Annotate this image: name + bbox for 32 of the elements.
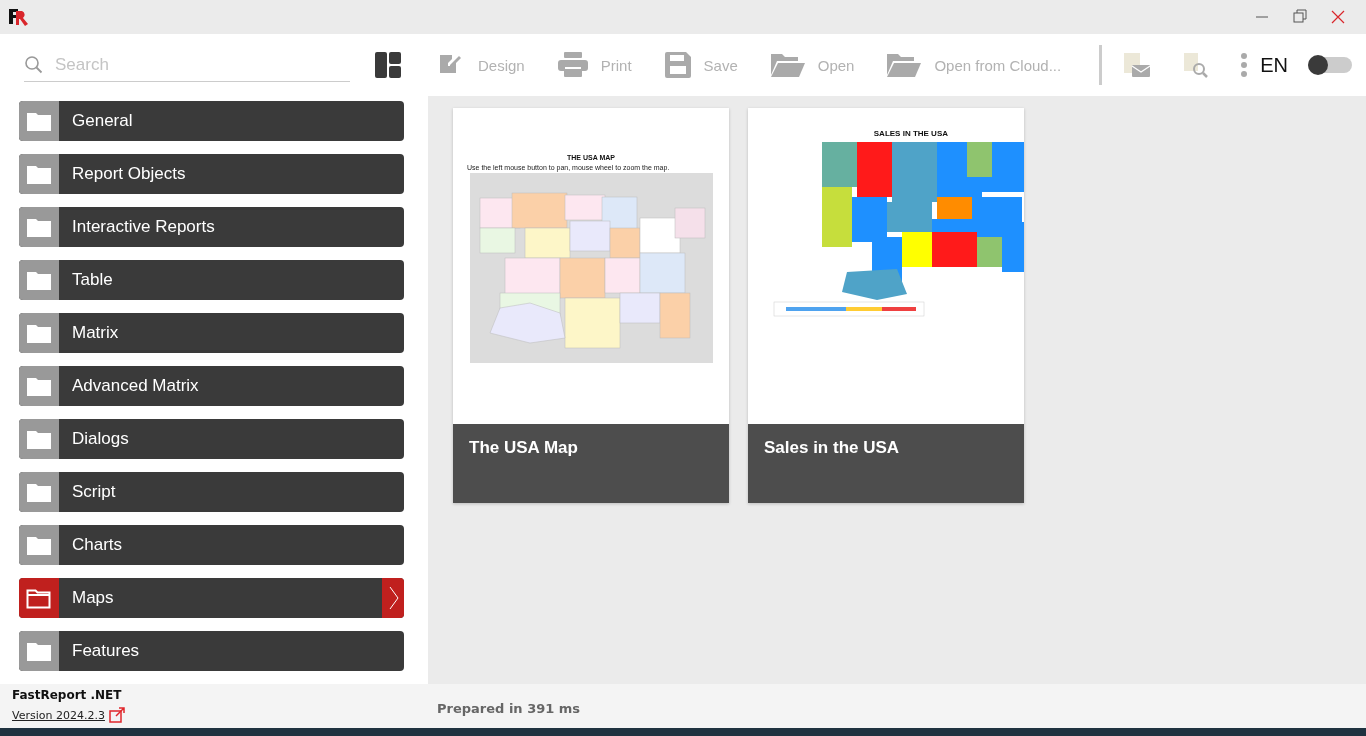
status-text: Prepared in 391 ms — [436, 700, 581, 718]
search-icon — [24, 55, 43, 74]
toggle-switch[interactable] — [1308, 57, 1352, 73]
category-item[interactable]: Table — [19, 260, 404, 300]
version-link[interactable]: Version 2024.2.3 — [12, 708, 105, 722]
folder-icon — [769, 51, 806, 79]
category-item[interactable]: Charts — [19, 525, 404, 565]
report-thumbnail[interactable]: SALES IN THE USA — [748, 108, 1024, 424]
category-item[interactable]: Script — [19, 472, 404, 512]
category-item[interactable]: Maps — [19, 578, 404, 618]
more-icon[interactable] — [1240, 53, 1249, 77]
category-item[interactable]: Matrix — [19, 313, 404, 353]
report-heading: SALES IN THE USA — [873, 129, 948, 138]
chevron-icon — [387, 585, 399, 611]
app-logo — [8, 6, 30, 28]
category-item[interactable]: Report Objects — [19, 154, 404, 194]
category-item[interactable]: Advanced Matrix — [19, 366, 404, 406]
email-icon[interactable] — [1124, 53, 1151, 77]
printer-icon — [556, 51, 589, 79]
layout-icon[interactable] — [375, 52, 401, 78]
report-title[interactable]: Sales in the USA — [748, 424, 1024, 503]
external-link-icon[interactable] — [108, 707, 125, 723]
document-search-icon[interactable] — [1184, 52, 1209, 78]
category-item[interactable]: Features — [19, 631, 404, 671]
report-title[interactable]: The USA Map — [453, 424, 729, 503]
product-name: FastReport .NET — [12, 688, 123, 702]
category-item[interactable]: General — [19, 101, 404, 141]
language-label[interactable]: EN — [1260, 53, 1288, 77]
folder-icon — [886, 51, 923, 79]
category-item[interactable]: Interactive Reports — [19, 207, 404, 247]
search-field[interactable]: Search — [55, 49, 325, 80]
category-item[interactable]: Dialogs — [19, 419, 404, 459]
